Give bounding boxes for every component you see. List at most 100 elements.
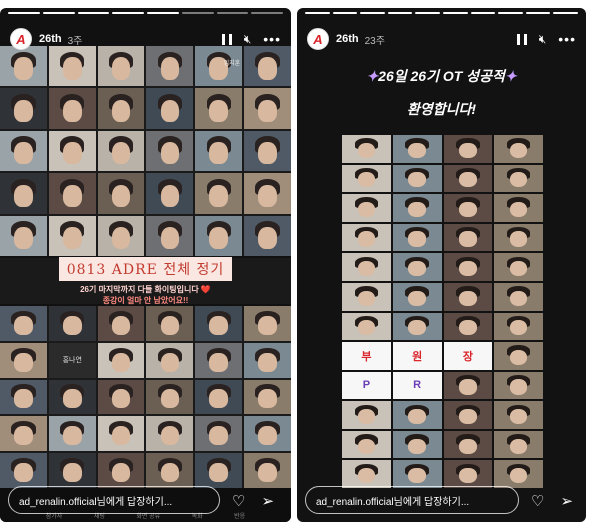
- sign-tile: 원: [392, 342, 442, 370]
- participant-tile: [97, 416, 145, 452]
- reply-input[interactable]: ad_renalin.official님에게 답장하기...: [305, 486, 519, 514]
- zoom-gallery: 부 원 장 P R: [342, 135, 543, 488]
- story-right[interactable]: A 26th 23주 🔇︎ ••• ✦26일 26기 OT 성공적✦ 환영합니다…: [297, 8, 586, 522]
- participant-tile: [48, 88, 96, 129]
- participant-tile: [48, 453, 96, 488]
- participant-tile: [494, 135, 543, 163]
- story-header: A 26th 3주 🔇︎ •••: [10, 22, 281, 56]
- sign-tile: 장: [443, 342, 493, 370]
- participant-tile: [195, 215, 243, 256]
- participant-tile: [443, 371, 493, 400]
- participant-tile: [48, 306, 96, 341]
- story-headline: ✦26일 26기 OT 성공적✦ 환영합니다!: [297, 66, 586, 119]
- participant-tile: [244, 306, 291, 341]
- progress-segment: [8, 12, 40, 14]
- story-time: 23주: [364, 35, 385, 47]
- sign-tile: P: [342, 371, 391, 400]
- participant-tile: [97, 88, 145, 129]
- participant-tile: [0, 173, 47, 214]
- participant-tile: [48, 416, 96, 452]
- participant-tile: [392, 223, 442, 252]
- participant-tile: [392, 460, 442, 488]
- participant-tile: [195, 130, 243, 172]
- participant-tile: [0, 416, 47, 452]
- sign-text: R: [413, 379, 422, 392]
- participant-tile: [146, 88, 194, 129]
- send-icon[interactable]: ➢: [560, 494, 573, 509]
- participant-tile: [342, 253, 391, 281]
- participant-tile: [97, 379, 145, 415]
- avatar[interactable]: A: [10, 28, 32, 50]
- participant-tile: [342, 135, 391, 163]
- meeting-subtitle-2: 종강이 얼마 안 남았어요!!: [102, 295, 189, 305]
- more-icon[interactable]: •••: [558, 32, 576, 46]
- participant-tile: [244, 173, 291, 214]
- participant-tile: [494, 164, 543, 193]
- participant-tile: [146, 416, 194, 452]
- mute-icon[interactable]: 🔇︎: [244, 33, 252, 45]
- participant-tile: [244, 416, 291, 452]
- participant-tile: [97, 306, 145, 341]
- participant-tile: [392, 430, 442, 459]
- meeting-title: 0813 ADRE 전체 정기: [58, 256, 233, 281]
- participant-tile: [494, 401, 543, 429]
- story-username[interactable]: 26th: [39, 33, 62, 45]
- participant-tile: [146, 453, 194, 488]
- participant-tile: [0, 306, 47, 341]
- participant-tile: [0, 88, 47, 129]
- participant-tile: [342, 282, 391, 311]
- participant-tile: [392, 312, 442, 341]
- participant-tile: [48, 215, 96, 256]
- participant-tile: [97, 173, 145, 214]
- dance-emoji-icon: ✦: [366, 68, 379, 84]
- pause-icon[interactable]: [221, 33, 232, 45]
- reply-placeholder: ad_renalin.official님에게 답장하기...: [316, 496, 470, 508]
- zoom-toolbar-item: 반응: [234, 514, 246, 520]
- participant-tile: [195, 379, 243, 415]
- progress-segment: [181, 12, 214, 14]
- participant-tile: [195, 416, 243, 452]
- participant-tile: [195, 306, 243, 341]
- participant-tile: [244, 215, 291, 256]
- participant-tile: [443, 135, 493, 163]
- story-progress-bar: [305, 12, 578, 14]
- participant-tile: [48, 130, 96, 172]
- participant-tile: [494, 253, 543, 281]
- progress-segment: [387, 12, 413, 14]
- mute-icon[interactable]: 🔇︎: [539, 33, 547, 45]
- story-username[interactable]: 26th: [336, 33, 359, 45]
- heart-icon[interactable]: ♡: [232, 494, 245, 509]
- story-header: A 26th 23주 🔇︎ •••: [307, 22, 576, 56]
- sign-text: 장: [462, 350, 473, 363]
- participant-tile: [97, 130, 145, 172]
- participant-tile: [392, 164, 442, 193]
- participant-tile: [443, 164, 493, 193]
- participant-tile: [392, 401, 442, 429]
- pause-icon[interactable]: [516, 33, 527, 45]
- participant-tile: [244, 342, 291, 378]
- participant-tile: [0, 342, 47, 378]
- zoom-gallery-bottom: 홍나연: [0, 306, 291, 488]
- story-left[interactable]: 임지훈 A 26th 3주 🔇︎ ••• 0813 ADRE 전체 정기 26기…: [0, 8, 291, 522]
- progress-segment: [251, 12, 283, 14]
- story-time: 3주: [67, 35, 83, 47]
- avatar[interactable]: A: [307, 28, 329, 50]
- participant-tile: [0, 453, 47, 488]
- participant-tile: [97, 215, 145, 256]
- participant-tile: [0, 215, 47, 256]
- story-viewer: 임지훈 A 26th 3주 🔇︎ ••• 0813 ADRE 전체 정기 26기…: [0, 0, 600, 522]
- send-icon[interactable]: ➢: [261, 494, 274, 509]
- progress-segment: [77, 12, 110, 14]
- participant-tile: [146, 379, 194, 415]
- reply-input[interactable]: ad_renalin.official님에게 답장하기...: [8, 486, 220, 514]
- participant-tile: [244, 379, 291, 415]
- participant-tile: [195, 453, 243, 488]
- participant-tile: [0, 379, 47, 415]
- heart-icon[interactable]: ♡: [531, 494, 544, 509]
- participant-tile: [195, 342, 243, 378]
- more-icon[interactable]: •••: [263, 32, 281, 46]
- participant-tile: [392, 282, 442, 311]
- sign-text: 원: [412, 350, 423, 363]
- participant-tile: [97, 342, 145, 378]
- participant-tile: [342, 164, 391, 193]
